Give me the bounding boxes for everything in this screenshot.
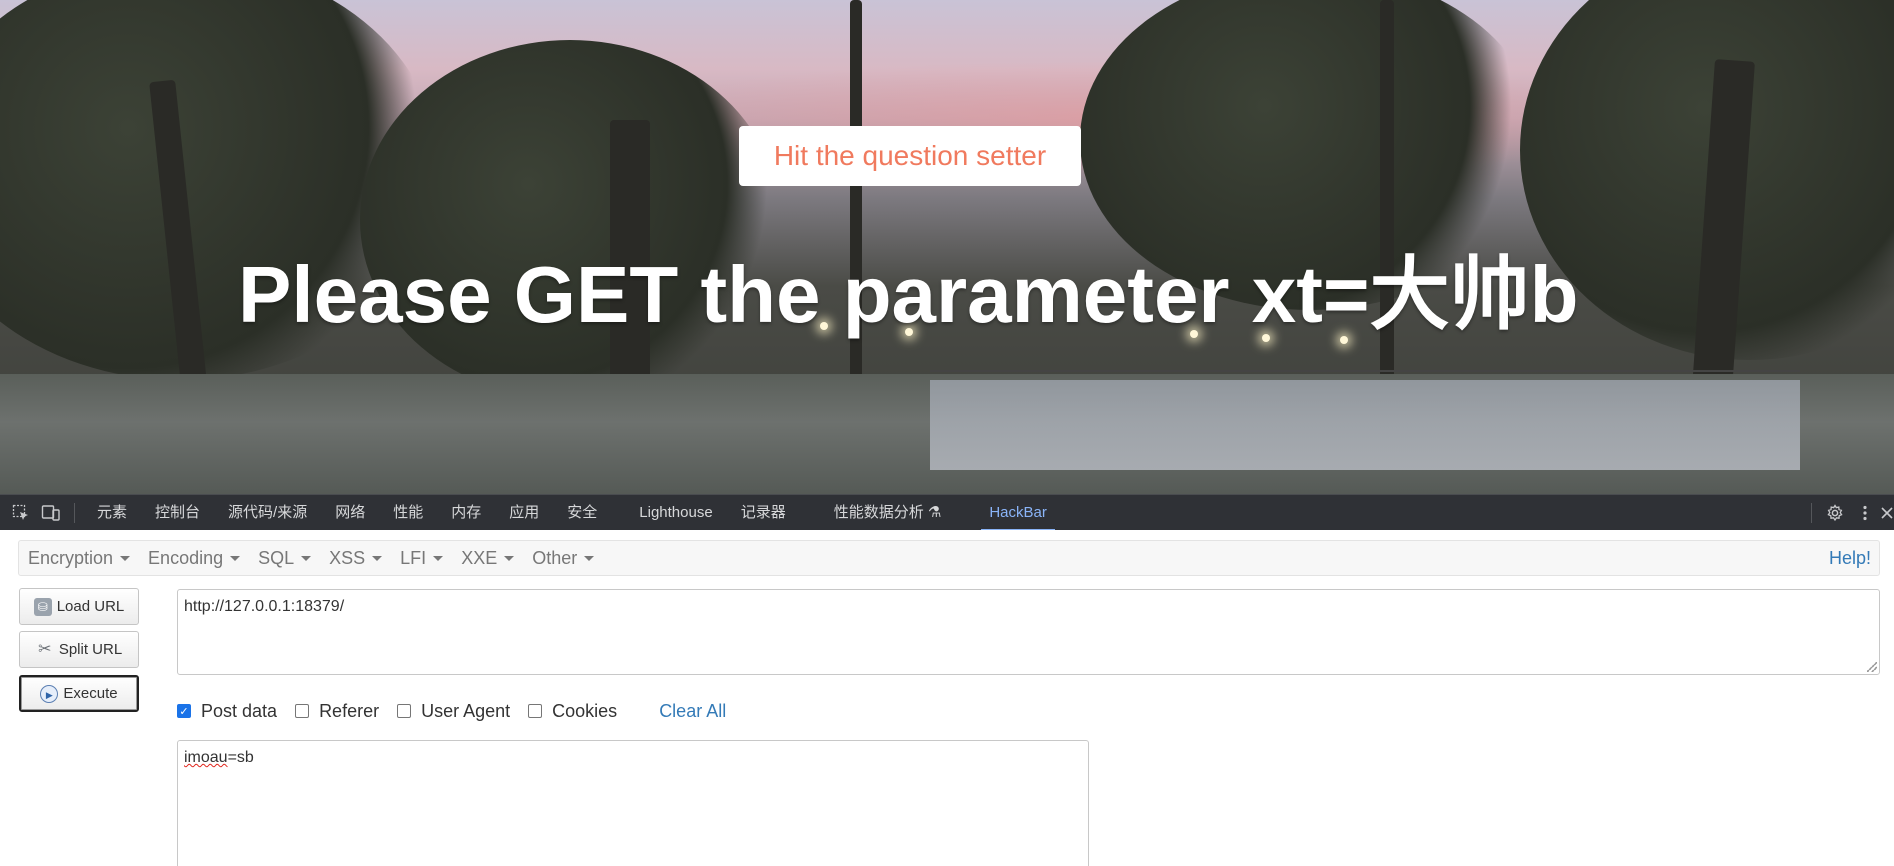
page-headline: Please GET the parameter xt=大帅b: [238, 250, 1579, 339]
caret-down-icon: [372, 555, 383, 561]
page-viewport: Hit the question setter Please GET the p…: [0, 0, 1894, 494]
menu-label: XSS: [329, 547, 366, 568]
tab-network[interactable]: 网络: [321, 495, 379, 531]
tab-lighthouse[interactable]: Lighthouse: [625, 495, 726, 531]
load-url-button[interactable]: ⛁ Load URL: [19, 588, 139, 625]
tab-hackbar[interactable]: HackBar: [975, 495, 1061, 531]
caret-down-icon: [230, 555, 241, 561]
post-data-checkbox[interactable]: ✓: [177, 704, 191, 718]
execute-label: Execute: [63, 685, 118, 702]
post-data-option[interactable]: ✓ Post data: [177, 701, 277, 722]
more-vertical-icon[interactable]: [1850, 495, 1880, 531]
resize-grip-icon[interactable]: [1867, 662, 1877, 672]
menu-sql[interactable]: SQL: [249, 540, 320, 576]
caret-down-icon: [120, 555, 131, 561]
toolbar-divider: [1811, 502, 1812, 523]
hackbar-panel: Encryption Encoding SQL XSS LFI XXE Othe…: [0, 530, 1894, 866]
caret-down-icon: [301, 555, 312, 561]
split-url-button[interactable]: ✂ Split URL: [19, 631, 139, 668]
cookies-checkbox[interactable]: [528, 704, 543, 718]
menu-label: Other: [532, 547, 578, 568]
menu-label: Encoding: [148, 547, 224, 568]
load-url-label: Load URL: [56, 598, 125, 615]
execute-button[interactable]: ▶ Execute: [19, 675, 139, 712]
tab-elements[interactable]: 元素: [83, 495, 141, 531]
tennis-court: [930, 380, 1800, 470]
referer-option[interactable]: Referer: [295, 701, 379, 722]
tab-sources[interactable]: 源代码/来源: [214, 495, 321, 531]
caret-down-icon: [504, 555, 515, 561]
menu-label: SQL: [258, 547, 295, 568]
url-value: http://127.0.0.1:18379/: [184, 598, 345, 615]
user-agent-option[interactable]: User Agent: [397, 701, 510, 722]
referer-checkbox[interactable]: [295, 704, 310, 718]
cookies-label: Cookies: [552, 700, 618, 721]
tab-security[interactable]: 安全: [553, 495, 611, 531]
tab-application[interactable]: 应用: [495, 495, 553, 531]
menu-label: Encryption: [28, 547, 114, 568]
tree-canopy-center: [360, 40, 780, 400]
menu-encoding[interactable]: Encoding: [139, 540, 249, 576]
referer-label: Referer: [319, 700, 380, 721]
post-data-input[interactable]: imoau=sb: [177, 740, 1089, 866]
clear-all-link[interactable]: Clear All: [659, 701, 726, 722]
court-fence: [930, 370, 1800, 372]
post-data-key: imoau: [184, 749, 228, 766]
tab-memory[interactable]: 内存: [437, 495, 495, 531]
request-options: ✓ Post data Referer User Agent Cookies C…: [177, 698, 726, 724]
device-toolbar-icon[interactable]: [36, 495, 66, 531]
user-agent-checkbox[interactable]: [397, 704, 412, 718]
load-url-icon: ⛁: [33, 597, 52, 616]
toolbar-divider: [74, 502, 75, 523]
tab-console[interactable]: 控制台: [141, 495, 214, 531]
cookies-option[interactable]: Cookies: [528, 701, 617, 722]
menu-label: XXE: [461, 547, 498, 568]
user-agent-label: User Agent: [421, 700, 511, 721]
menu-xxe[interactable]: XXE: [452, 540, 523, 576]
devtools-tab-bar: 元素 控制台 源代码/来源 网络 性能 内存 应用 安全 Lighthouse …: [0, 494, 1894, 531]
scissors-icon: ✂: [38, 640, 52, 658]
post-data-label: Post data: [201, 700, 278, 721]
menu-xss[interactable]: XSS: [320, 540, 391, 576]
hackbar-menu-bar: Encryption Encoding SQL XSS LFI XXE Othe…: [18, 540, 1880, 576]
close-icon[interactable]: [1880, 495, 1894, 531]
tab-recorder[interactable]: 记录器: [727, 495, 800, 531]
menu-encryption[interactable]: Encryption: [19, 540, 139, 576]
caret-down-icon: [433, 555, 444, 561]
tab-performance[interactable]: 性能: [379, 495, 437, 531]
menu-label: LFI: [400, 547, 427, 568]
inspect-element-icon[interactable]: [6, 495, 36, 531]
hit-question-setter-button[interactable]: Hit the question setter: [739, 126, 1081, 186]
split-url-label: Split URL: [58, 641, 123, 658]
url-input[interactable]: http://127.0.0.1:18379/: [177, 589, 1880, 675]
devtools-right-controls: [1803, 495, 1894, 531]
menu-other[interactable]: Other: [523, 540, 603, 576]
gear-icon[interactable]: [1820, 495, 1850, 531]
help-link[interactable]: Help!: [1829, 548, 1871, 569]
menu-lfi[interactable]: LFI: [391, 540, 452, 576]
caret-down-icon: [584, 555, 595, 561]
play-icon: ▶: [40, 684, 59, 703]
post-data-value: =sb: [227, 749, 254, 766]
tab-performance-insights[interactable]: 性能数据分析 ⚗: [820, 495, 956, 531]
